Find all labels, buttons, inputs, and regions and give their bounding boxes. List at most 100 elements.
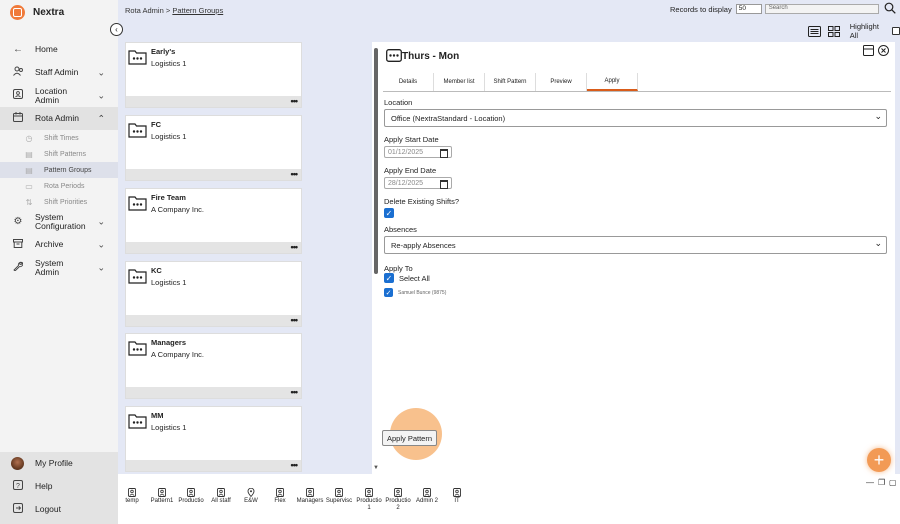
tabs-divider <box>383 91 891 92</box>
card-title: Early's <box>151 47 176 56</box>
location-select[interactable]: Office (NextraStandard - Location) <box>384 109 887 127</box>
pattern-group-detail-panel: ▼ Thurs - Mon Details Member list Shift … <box>372 42 895 474</box>
sidebar-subitem-pattern-groups[interactable]: ▤ Pattern Groups <box>0 162 118 178</box>
quick-bar-label: Managers <box>296 498 324 504</box>
panel-tools <box>859 45 889 56</box>
sidebar-item-label: Rota Admin <box>35 113 79 123</box>
person-badge-icon <box>158 488 166 497</box>
pattern-group-card[interactable]: Early's Logistics 1 ••• <box>125 42 302 108</box>
group-icon <box>128 267 147 284</box>
group-icon <box>128 194 147 211</box>
list-icon: ▤ <box>25 149 33 159</box>
person-badge-icon <box>453 488 461 497</box>
sidebar-item-home[interactable]: ← Home <box>0 38 118 61</box>
quick-bar-label: Pattern1 <box>150 498 174 504</box>
search-input[interactable]: Search <box>764 4 879 14</box>
sidebar-item-system-admin[interactable]: System Admin ⌄ <box>0 256 118 279</box>
close-icon[interactable] <box>878 45 889 56</box>
quick-bar-item[interactable]: Pattern1 <box>148 488 176 505</box>
apply-start-date-input[interactable]: 01/12/2025 <box>384 146 452 158</box>
absences-select[interactable]: Re-apply Absences <box>384 236 887 254</box>
quick-bar-item[interactable]: Productio <box>177 488 205 505</box>
sidebar-item-archive[interactable]: Archive ⌄ <box>0 233 118 256</box>
sidebar-item-system-configuration[interactable]: ⚙ System Configuration ⌄ <box>0 210 118 233</box>
grid-view-icon[interactable] <box>828 25 841 37</box>
card-title: FC <box>151 120 161 129</box>
quick-bar-item[interactable]: Productio 2 <box>384 488 412 512</box>
member-label: Samuel Bunce (9875) <box>398 289 447 296</box>
quick-bar-item[interactable]: Flex <box>266 488 294 505</box>
sidebar-item-label: Location Admin <box>35 85 68 105</box>
sidebar-subitem-label: Pattern Groups <box>44 166 92 174</box>
more-options-icon[interactable]: ••• <box>291 242 299 252</box>
person-badge-icon <box>217 488 225 497</box>
card-subtitle: Logistics 1 <box>151 278 187 287</box>
sidebar-item-location-admin[interactable]: Location Admin ⌄ <box>0 84 118 107</box>
breadcrumb-current[interactable]: Pattern Groups <box>172 6 223 15</box>
person-badge-icon <box>423 488 431 497</box>
panel-title: Thurs - Mon <box>402 51 460 62</box>
records-input[interactable]: 50 <box>735 4 762 14</box>
pattern-group-card[interactable]: Managers A Company Inc. ••• <box>125 333 302 399</box>
apply-start-date-label: Apply Start Date <box>384 135 439 144</box>
restore-window-icon[interactable]: ❐ <box>878 478 885 487</box>
tab-member-list[interactable]: Member list <box>434 73 485 91</box>
tab-details[interactable]: Details <box>383 73 434 91</box>
more-options-icon[interactable]: ••• <box>291 169 299 179</box>
minimize-panel-icon[interactable] <box>863 45 874 56</box>
list-view-icon[interactable] <box>808 25 821 37</box>
delete-existing-shifts-checkbox[interactable]: ✓ <box>384 208 394 218</box>
card-footer: ••• <box>126 460 301 471</box>
sidebar-item-rota-admin[interactable]: Rota Admin ⌃ <box>0 107 118 130</box>
quick-bar-item[interactable]: Supervisc <box>325 488 353 505</box>
tab-apply[interactable]: Apply <box>587 73 638 91</box>
pattern-group-card[interactable]: Fire Team A Company Inc. ••• <box>125 188 302 254</box>
sidebar-item-label: Home <box>35 44 58 54</box>
brand[interactable]: Nextra <box>10 5 64 20</box>
breadcrumb-root[interactable]: Rota Admin <box>125 6 164 15</box>
minimize-window-icon[interactable]: — <box>866 478 874 487</box>
sidebar-subitem-rota-periods[interactable]: ▭ Rota Periods <box>0 178 118 194</box>
sidebar-subitem-shift-patterns[interactable]: ▤ Shift Patterns <box>0 146 118 162</box>
quick-bar-item[interactable]: IT <box>443 488 471 505</box>
my-profile-link[interactable]: My Profile <box>0 452 118 475</box>
more-options-icon[interactable]: ••• <box>291 460 299 470</box>
more-options-icon[interactable]: ••• <box>291 387 299 397</box>
sidebar-subitem-label: Shift Times <box>44 134 79 142</box>
pattern-group-card[interactable]: FC Logistics 1 ••• <box>125 115 302 181</box>
scroll-down-icon[interactable]: ▼ <box>373 465 379 471</box>
arrow-left-icon: ← <box>13 44 23 55</box>
maximize-window-icon[interactable]: ▢ <box>889 478 897 487</box>
more-options-icon[interactable]: ••• <box>291 96 299 106</box>
quick-bar-item[interactable]: All staff <box>207 488 235 505</box>
tab-preview[interactable]: Preview <box>536 73 587 91</box>
pattern-group-card[interactable]: MM Logistics 1 ••• <box>125 406 302 472</box>
sidebar-item-staff-admin[interactable]: Staff Admin ⌄ <box>0 61 118 84</box>
quick-bar-item[interactable]: E&W <box>237 487 265 505</box>
apply-pattern-button[interactable]: Apply Pattern <box>382 430 437 446</box>
tab-shift-pattern[interactable]: Shift Pattern <box>485 73 536 91</box>
panel-scrollbar[interactable] <box>374 48 378 274</box>
select-all-checkbox[interactable]: ✓ <box>384 273 394 283</box>
quick-bar-item[interactable]: Managers <box>296 488 324 505</box>
logout-label: Logout <box>35 504 61 514</box>
more-options-icon[interactable]: ••• <box>291 315 299 325</box>
help-link[interactable]: ? Help <box>0 475 118 498</box>
quick-bar-item[interactable]: Productio 1 <box>355 488 383 512</box>
add-button[interactable]: + <box>867 448 891 472</box>
sidebar-subitem-shift-priorities[interactable]: ⇅ Shift Priorities <box>0 194 118 210</box>
quick-bar-item[interactable]: temp <box>118 488 146 505</box>
member-checkbox[interactable]: ✓ <box>384 288 393 297</box>
highlight-all-checkbox[interactable] <box>892 27 900 35</box>
breadcrumb: Rota Admin > Pattern Groups <box>125 6 223 15</box>
quick-bar-item[interactable]: Admin 2 <box>413 488 441 505</box>
search-icon[interactable] <box>884 2 896 14</box>
card-subtitle: A Company Inc. <box>151 205 204 214</box>
apply-end-date-label: Apply End Date <box>384 166 437 175</box>
sidebar-collapse-button[interactable]: ‹ <box>110 23 123 36</box>
sidebar-subitem-shift-times[interactable]: ◷ Shift Times <box>0 130 118 146</box>
pattern-group-card[interactable]: KC Logistics 1 ••• <box>125 261 302 327</box>
apply-end-date-input[interactable]: 28/12/2025 <box>384 177 452 189</box>
quick-bar-label: Admin 2 <box>415 498 438 504</box>
logout-link[interactable]: Logout <box>0 498 118 521</box>
